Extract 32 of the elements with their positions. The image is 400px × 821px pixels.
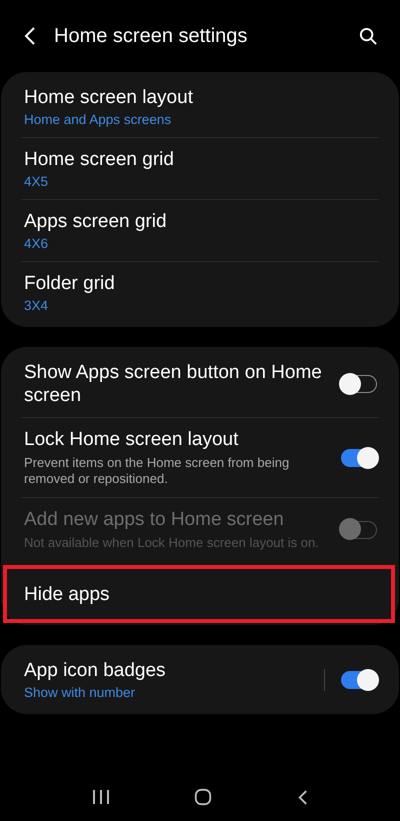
home-icon[interactable]	[194, 788, 212, 806]
settings-item[interactable]: Apps screen grid 4X6	[1, 200, 399, 261]
recent-apps-icon[interactable]	[92, 789, 110, 805]
settings-item[interactable]: Show Apps screen button on Home screen	[1, 351, 399, 417]
back-icon[interactable]	[296, 788, 308, 806]
item-title: Lock Home screen layout	[24, 428, 240, 451]
toggle-switch[interactable]	[341, 670, 377, 688]
item-value: Show with number	[24, 685, 136, 700]
item-value: 3X4	[24, 298, 50, 313]
item-title: Folder grid	[24, 272, 116, 295]
item-value: Home and Apps screens	[24, 112, 172, 127]
item-title: Home screen grid	[24, 148, 175, 171]
item-title: Show Apps screen button on Home screen	[24, 361, 323, 407]
search-icon[interactable]	[359, 26, 378, 46]
item-description: Prevent items on the Home screen from being removed or repositioned.	[24, 455, 290, 487]
settings-item[interactable]: Folder grid 3X4	[1, 262, 399, 323]
item-title: Apps screen grid	[24, 210, 168, 233]
page-title: Home screen settings	[54, 24, 248, 48]
settings-item[interactable]: Hide apps	[5, 567, 393, 621]
item-title: Home screen layout	[24, 86, 194, 109]
item-value: 4X5	[24, 174, 50, 189]
settings-item[interactable]: Home screen layout Home and Apps screens	[1, 76, 399, 137]
item-title: App icon badges	[24, 659, 167, 682]
settings-item[interactable]: Lock Home screen layout Prevent items on the Home screen from being removed or repositioned.	[1, 418, 399, 497]
toggle-switch[interactable]	[341, 375, 377, 393]
item-title: Hide apps	[24, 582, 111, 606]
item-description: Not available when Lock Home screen layout is on.	[24, 535, 320, 551]
item-title: Add new apps to Home screen	[24, 508, 285, 531]
settings-item[interactable]: Home screen grid 4X5	[1, 138, 399, 199]
toggle-switch[interactable]	[341, 448, 377, 466]
settings-item[interactable]: App icon badges Show with number	[1, 649, 399, 710]
item-value: 4X6	[24, 236, 50, 251]
